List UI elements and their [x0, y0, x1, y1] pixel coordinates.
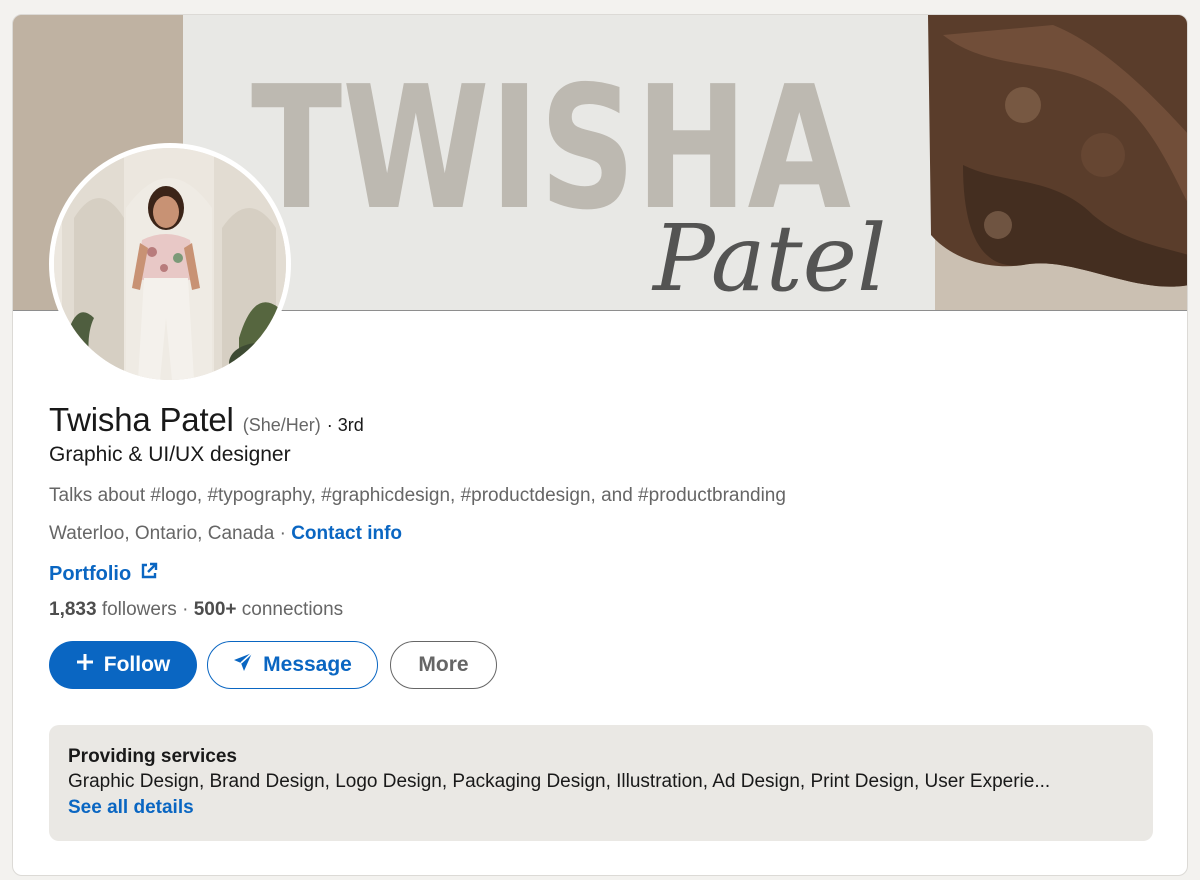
followers-count: 1,833	[49, 599, 97, 620]
see-all-details-link[interactable]: See all details	[68, 795, 1134, 821]
profile-photo[interactable]	[49, 143, 291, 385]
message-label: Message	[263, 653, 352, 676]
services-list: Graphic Design, Brand Design, Logo Desig…	[68, 771, 1051, 792]
message-button[interactable]: Message	[207, 641, 378, 689]
followers-label: followers	[101, 599, 177, 620]
portfolio-link[interactable]: Portfolio	[49, 561, 159, 587]
talks-about: Talks about #logo, #typography, #graphic…	[49, 485, 786, 506]
profile-name: Twisha Patel	[49, 401, 234, 438]
connection-degree: · 3rd	[326, 415, 364, 435]
follow-label: Follow	[103, 653, 171, 676]
profile-card: TWISHA Patel Twisha Patel (She/Her) · 3r…	[12, 14, 1188, 876]
follow-button[interactable]: Follow	[49, 641, 197, 689]
banner-script-word: Patel	[651, 205, 886, 311]
services-panel: Providing services Graphic Design, Brand…	[49, 725, 1153, 841]
services-title: Providing services	[68, 746, 237, 767]
more-label: More	[418, 653, 469, 676]
location-row: Waterloo, Ontario, Canada · Contact info	[49, 523, 402, 545]
connections-count: 500+	[193, 599, 237, 620]
send-icon	[233, 652, 253, 678]
connections-link[interactable]: 500+ connections	[194, 599, 343, 620]
stats-separator: ·	[176, 599, 194, 620]
external-link-icon	[139, 561, 159, 587]
profile-pronouns: (She/Her)	[242, 415, 321, 435]
profile-location: Waterloo, Ontario, Canada	[49, 523, 275, 544]
plus-icon	[76, 653, 94, 677]
connections-label: connections	[241, 599, 344, 620]
network-stats: 1,833 followers · 500+ connections	[49, 599, 343, 621]
contact-info-link[interactable]: Contact info	[291, 523, 402, 544]
followers-link[interactable]: 1,833 followers	[49, 599, 177, 620]
profile-headline: Graphic & UI/UX designer	[49, 443, 291, 466]
name-row: Twisha Patel (She/Her) · 3rd	[49, 401, 364, 439]
more-button[interactable]: More	[390, 641, 497, 689]
location-separator: ·	[274, 523, 292, 544]
portfolio-label: Portfolio	[49, 562, 132, 585]
